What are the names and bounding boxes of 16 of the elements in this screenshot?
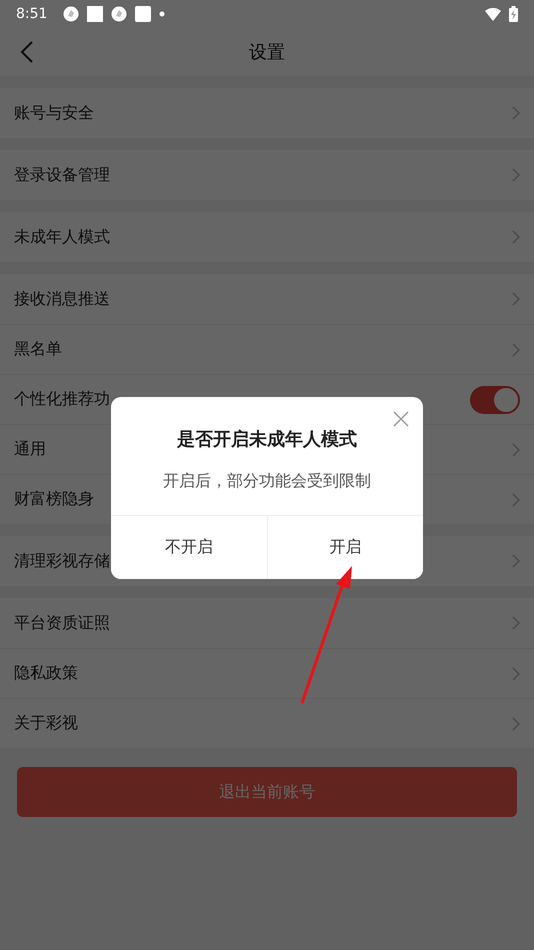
row-label: 关于彩视 <box>14 713 78 734</box>
row-label: 接收消息推送 <box>14 288 110 310</box>
row-label: 未成年人模式 <box>14 226 110 248</box>
row-label: 平台资质证照 <box>14 612 110 634</box>
row-label: 登录设备管理 <box>14 164 110 186</box>
row-label: 财富榜隐身 <box>14 489 94 510</box>
row-label: 个性化推荐功 <box>14 389 110 410</box>
dialog-title: 是否开启未成年人模式 <box>176 428 358 451</box>
row-label: 账号与安全 <box>14 102 94 124</box>
row-label: 通用 <box>14 439 46 460</box>
row-label: 隐私政策 <box>14 663 78 684</box>
row-label: 清理彩视存储 <box>14 550 110 572</box>
dialog-message: 开启后，部分功能会受到限制 <box>162 471 372 492</box>
status-time: 8:51 <box>16 6 48 22</box>
page-title: 设置 <box>249 41 285 64</box>
row-label: 黑名单 <box>14 339 62 360</box>
